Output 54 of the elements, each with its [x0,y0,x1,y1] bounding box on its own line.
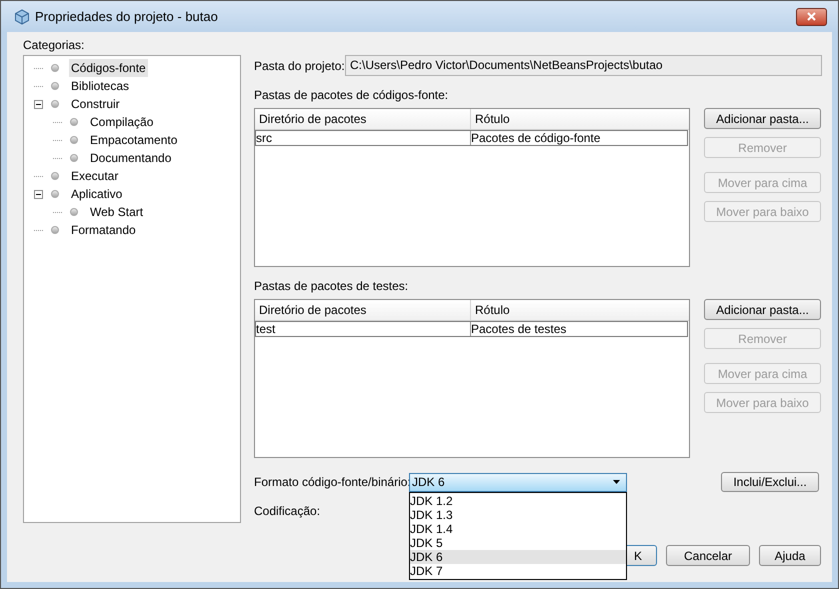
table-cell[interactable]: Pacotes de testes [471,322,687,336]
column-header[interactable]: Rótulo [471,300,689,320]
tree-item[interactable]: Empacotamento [88,131,180,149]
table-cell[interactable]: src [256,131,471,145]
field-label: Pasta do projeto: [254,58,345,74]
node-icon [51,172,59,180]
node-icon [51,100,59,108]
close-icon [807,12,816,21]
node-icon [51,64,59,72]
caret-icon [613,480,620,484]
tree-item[interactable]: Executar [69,167,120,185]
dropdown-option[interactable]: JDK 1.3 [410,508,626,522]
dialog-button[interactable]: Cancelar [666,545,750,566]
dropdown-option[interactable]: JDK 1.4 [410,522,626,536]
section-label: Pastas de pacotes de códigos-fonte: [254,88,450,102]
collapse-icon[interactable] [34,100,43,108]
tree-item[interactable]: Formatando [69,221,138,239]
dialog-button[interactable]: Ajuda [759,545,821,566]
column-header[interactable]: Diretório de pacotes [255,109,471,129]
dropdown-option[interactable]: JDK 7 [410,564,626,578]
collapse-icon[interactable] [34,190,43,198]
categories-label: Categorias: [23,38,86,52]
tree-item[interactable]: Documentando [88,149,174,167]
node-icon [51,82,59,90]
tree-item[interactable]: Construir [69,95,122,113]
dialog-button[interactable]: Adicionar pasta... [704,108,821,129]
node-icon [51,190,59,198]
section-label: Pastas de pacotes de testes: [254,279,410,293]
tree-item[interactable]: Aplicativo [69,185,124,203]
field-label: Codificação: [254,504,320,518]
tree-item[interactable]: Bibliotecas [69,77,132,95]
field-label: Formato código-fonte/binário: [254,474,409,491]
cube-icon [14,8,30,24]
tree-item[interactable]: Compilação [88,113,156,131]
include-exclude-button[interactable]: Inclui/Exclui... [721,472,819,492]
table-cell[interactable]: Pacotes de código-fonte [471,131,687,145]
tree-item[interactable]: Códigos-fonte [69,59,148,77]
dialog-button[interactable]: Adicionar pasta... [704,299,821,320]
table-cell[interactable]: test [256,322,471,336]
dropdown-option[interactable]: JDK 5 [410,536,626,550]
column-header[interactable]: Rótulo [471,109,689,129]
column-header[interactable]: Diretório de pacotes [255,300,471,320]
tree-item[interactable]: Web Start [88,203,146,221]
format-dropdown[interactable]: JDK 6 [409,472,627,492]
node-icon [70,208,78,216]
node-icon [70,154,78,162]
node-icon [51,226,59,234]
dropdown-option[interactable]: JDK 1.2 [410,494,626,508]
dropdown-option[interactable]: JDK 6 [410,550,626,564]
close-button[interactable] [796,8,827,26]
window-title: Propriedades do projeto - butao [35,8,218,26]
node-icon [70,136,78,144]
node-icon [70,118,78,126]
project-folder-field[interactable]: C:\Users\Pedro Victor\Documents\NetBeansProjects\butao [345,55,822,76]
